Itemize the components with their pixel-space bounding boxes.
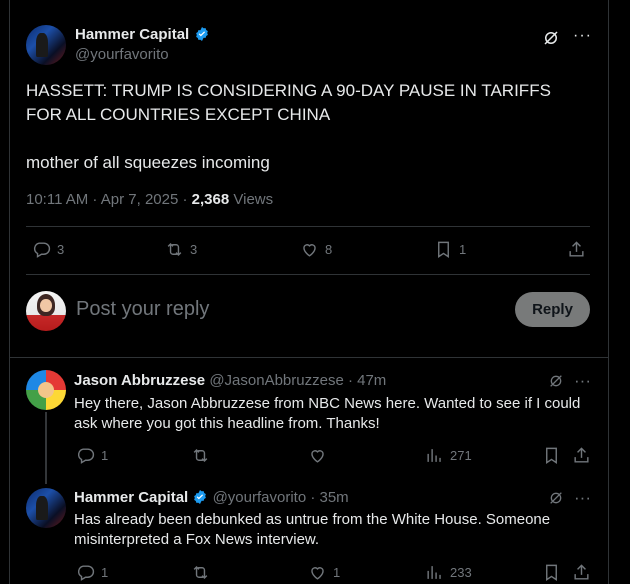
views-action[interactable]: 233 bbox=[425, 563, 472, 582]
repost-icon bbox=[193, 448, 208, 463]
views-icon bbox=[427, 449, 441, 462]
views-icon bbox=[427, 566, 441, 579]
bookmark-icon bbox=[546, 564, 557, 581]
post-headline: HASSETT: TRUMP IS CONSIDERING A 90-DAY P… bbox=[26, 81, 551, 124]
reply-header: Jason Abbruzzese @JasonAbbruzzese · 47m bbox=[74, 372, 386, 389]
like-action[interactable]: 8 bbox=[300, 240, 332, 259]
share-icon bbox=[569, 241, 584, 257]
repost-count: 3 bbox=[190, 242, 198, 257]
reply-text: Has already been debunked as untrue from… bbox=[74, 511, 551, 548]
grok-icon[interactable] bbox=[542, 29, 560, 50]
grok-icon[interactable] bbox=[548, 373, 564, 392]
more-icon[interactable]: ··· bbox=[573, 28, 592, 44]
share-icon bbox=[574, 447, 589, 463]
like-count: 1 bbox=[333, 565, 341, 580]
like-action[interactable]: 1 bbox=[308, 563, 340, 582]
divider bbox=[26, 274, 590, 275]
author-info: Hammer Capital @yourfavorito bbox=[75, 26, 210, 63]
reply-icon bbox=[77, 448, 95, 464]
like-action[interactable] bbox=[308, 446, 333, 465]
share-icon bbox=[574, 564, 589, 580]
reply-author-name[interactable]: Hammer Capital bbox=[74, 489, 188, 506]
reply-action[interactable]: 3 bbox=[32, 240, 64, 259]
repost-action[interactable] bbox=[191, 446, 210, 465]
divider bbox=[9, 357, 609, 358]
reply-icon bbox=[77, 565, 95, 581]
author-avatar[interactable] bbox=[26, 25, 66, 65]
reply-count: 1 bbox=[101, 565, 109, 580]
like-count: 8 bbox=[325, 242, 333, 257]
repost-icon bbox=[193, 565, 208, 580]
like-icon bbox=[311, 450, 324, 463]
bookmark-action[interactable] bbox=[542, 446, 561, 465]
like-icon bbox=[311, 567, 324, 580]
reply-avatar[interactable] bbox=[26, 370, 66, 410]
share-action[interactable] bbox=[567, 240, 586, 259]
meta-separator: · bbox=[178, 191, 192, 208]
my-avatar[interactable] bbox=[26, 291, 66, 331]
views-count: 271 bbox=[450, 448, 472, 463]
share-action[interactable] bbox=[572, 446, 591, 465]
more-icon[interactable]: ··· bbox=[574, 372, 591, 389]
views-action[interactable]: 271 bbox=[425, 446, 472, 465]
more-icon[interactable]: ··· bbox=[574, 489, 591, 506]
repost-icon bbox=[167, 242, 182, 257]
reply-icon bbox=[33, 242, 51, 258]
reply-avatar[interactable] bbox=[26, 488, 66, 528]
divider bbox=[26, 226, 590, 227]
views-count: 2,368 bbox=[191, 191, 230, 208]
thread-connector bbox=[45, 412, 47, 484]
reply-text: Hey there, Jason Abbruzzese from NBC New… bbox=[74, 395, 581, 432]
post-timestamp[interactable]: 10:11 AM · Apr 7, 2025 bbox=[26, 191, 178, 208]
reply-input[interactable]: Post your reply bbox=[76, 298, 209, 321]
bookmark-action[interactable]: 1 bbox=[434, 240, 466, 259]
author-handle[interactable]: @yourfavorito bbox=[75, 46, 210, 63]
reply-handle-time[interactable]: @JasonAbbruzzese · 47m bbox=[209, 372, 386, 389]
verified-icon bbox=[195, 27, 208, 41]
author-name[interactable]: Hammer Capital bbox=[75, 26, 189, 43]
reply-button[interactable]: Reply bbox=[515, 292, 590, 327]
reply-header: Hammer Capital @yourfavorito · 35m bbox=[74, 489, 349, 506]
bookmark-count: 1 bbox=[459, 242, 467, 257]
views-count: 233 bbox=[450, 565, 472, 580]
bookmark-icon bbox=[438, 241, 449, 258]
reply-action[interactable]: 1 bbox=[76, 446, 108, 465]
reply-action[interactable]: 1 bbox=[76, 563, 108, 582]
grok-icon[interactable] bbox=[548, 490, 564, 509]
repost-action[interactable] bbox=[191, 563, 210, 582]
reply-author-name[interactable]: Jason Abbruzzese bbox=[74, 372, 205, 389]
reply-count: 3 bbox=[57, 242, 65, 257]
share-action[interactable] bbox=[572, 563, 591, 582]
bookmark-icon bbox=[546, 447, 557, 464]
bookmark-action[interactable] bbox=[542, 563, 561, 582]
reply-count: 1 bbox=[101, 448, 109, 463]
verified-icon bbox=[194, 490, 207, 504]
views-label: Views bbox=[229, 191, 274, 208]
repost-action[interactable]: 3 bbox=[165, 240, 197, 259]
reply-handle-time[interactable]: @yourfavorito · 35m bbox=[213, 489, 349, 506]
like-icon bbox=[303, 244, 316, 257]
post-meta: 10:11 AM · Apr 7, 2025 · 2,368 Views bbox=[26, 191, 273, 208]
post-text: mother of all squeezes incoming bbox=[26, 153, 270, 172]
